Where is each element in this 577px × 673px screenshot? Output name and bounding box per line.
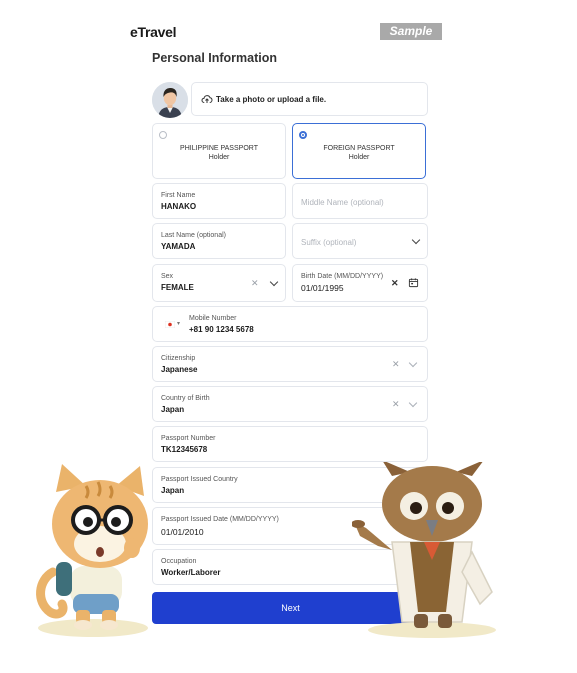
clear-icon[interactable]: ✕ [392, 359, 400, 370]
field-label: Last Name (optional) [161, 232, 226, 239]
field-value: HANAKO [161, 202, 197, 211]
field-label: Passport Number [161, 435, 216, 442]
field-label: Passport Issued Country [161, 476, 238, 483]
japan-flag-icon[interactable] [165, 321, 175, 328]
cat-mascot [36, 464, 148, 637]
field-value: TK12345678 [161, 445, 208, 454]
citizenship-select[interactable]: Citizenship Japanese ✕ [152, 346, 428, 382]
chevron-down-icon[interactable] [269, 277, 279, 287]
clear-icon[interactable]: ✕ [392, 399, 400, 410]
dropdown-caret-icon[interactable]: ▾ [177, 320, 180, 327]
field-value: Worker/Laborer [161, 568, 221, 577]
field-label: Occupation [161, 558, 197, 565]
passport-number-field[interactable]: Passport Number TK12345678 [152, 426, 428, 462]
field-placeholder: Middle Name (optional) [301, 198, 384, 207]
field-value: 01/01/2010 [161, 527, 204, 537]
country-of-birth-select[interactable]: Country of Birth Japan ✕ [152, 386, 428, 422]
radio-selected[interactable] [299, 131, 307, 139]
field-label: Mobile Number [189, 315, 237, 322]
upload-label: Take a photo or upload a file. [216, 95, 327, 104]
field-value: 01/01/1995 [301, 283, 344, 293]
philippine-passport-option[interactable]: PHILIPPINE PASSPORT Holder [152, 123, 286, 179]
sex-select[interactable]: Sex FEMALE ✕ [152, 264, 286, 302]
field-value: Japanese [161, 365, 198, 374]
clear-icon[interactable]: ✕ [251, 278, 259, 289]
chevron-down-icon[interactable] [408, 398, 418, 408]
field-value: FEMALE [161, 283, 194, 292]
birth-date-field[interactable]: Birth Date (MM/DD/YYYY) 01/01/1995 ✕ [292, 264, 428, 302]
field-label: Sex [161, 273, 174, 280]
chevron-down-icon[interactable] [411, 235, 421, 245]
page-title: Personal Information [152, 51, 278, 65]
option-subtitle: Holder [208, 154, 230, 161]
radio-unselected[interactable] [159, 131, 167, 139]
field-value: +81 90 1234 5678 [189, 325, 254, 334]
field-label: Birth Date (MM/DD/YYYY) [301, 273, 384, 280]
field-label: Citizenship [161, 355, 196, 362]
foreign-passport-option[interactable]: FOREIGN PASSPORT Holder [292, 123, 426, 179]
middle-name-field[interactable]: Middle Name (optional) [292, 183, 428, 219]
option-subtitle: Holder [348, 154, 370, 161]
avatar[interactable] [152, 82, 188, 118]
suffix-select[interactable]: Suffix (optional) [292, 223, 428, 259]
first-name-field[interactable]: First Name HANAKO [152, 183, 286, 219]
sample-badge: Sample [380, 23, 442, 40]
field-label: First Name [161, 192, 196, 199]
chevron-down-icon[interactable] [408, 358, 418, 368]
field-value: Japan [161, 405, 185, 414]
field-value: YAMADA [161, 242, 196, 251]
etravel-logo: eTravel [130, 24, 177, 40]
upload-photo-button[interactable]: Take a photo or upload a file. [191, 82, 428, 116]
field-label: Passport Issued Date (MM/DD/YYYY) [161, 516, 279, 523]
option-title: PHILIPPINE PASSPORT [180, 145, 258, 152]
mobile-number-field[interactable]: ▾ Mobile Number +81 90 1234 5678 [152, 306, 428, 342]
option-title: FOREIGN PASSPORT [323, 145, 395, 152]
avatar-photo-icon [152, 82, 188, 118]
field-value: Japan [161, 486, 185, 495]
field-placeholder: Suffix (optional) [301, 238, 357, 247]
owl-mascot [352, 462, 496, 638]
cloud-upload-icon [201, 95, 213, 103]
calendar-icon[interactable] [408, 277, 419, 288]
field-label: Country of Birth [161, 395, 210, 402]
clear-icon[interactable]: ✕ [391, 278, 399, 289]
last-name-field[interactable]: Last Name (optional) YAMADA [152, 223, 286, 259]
